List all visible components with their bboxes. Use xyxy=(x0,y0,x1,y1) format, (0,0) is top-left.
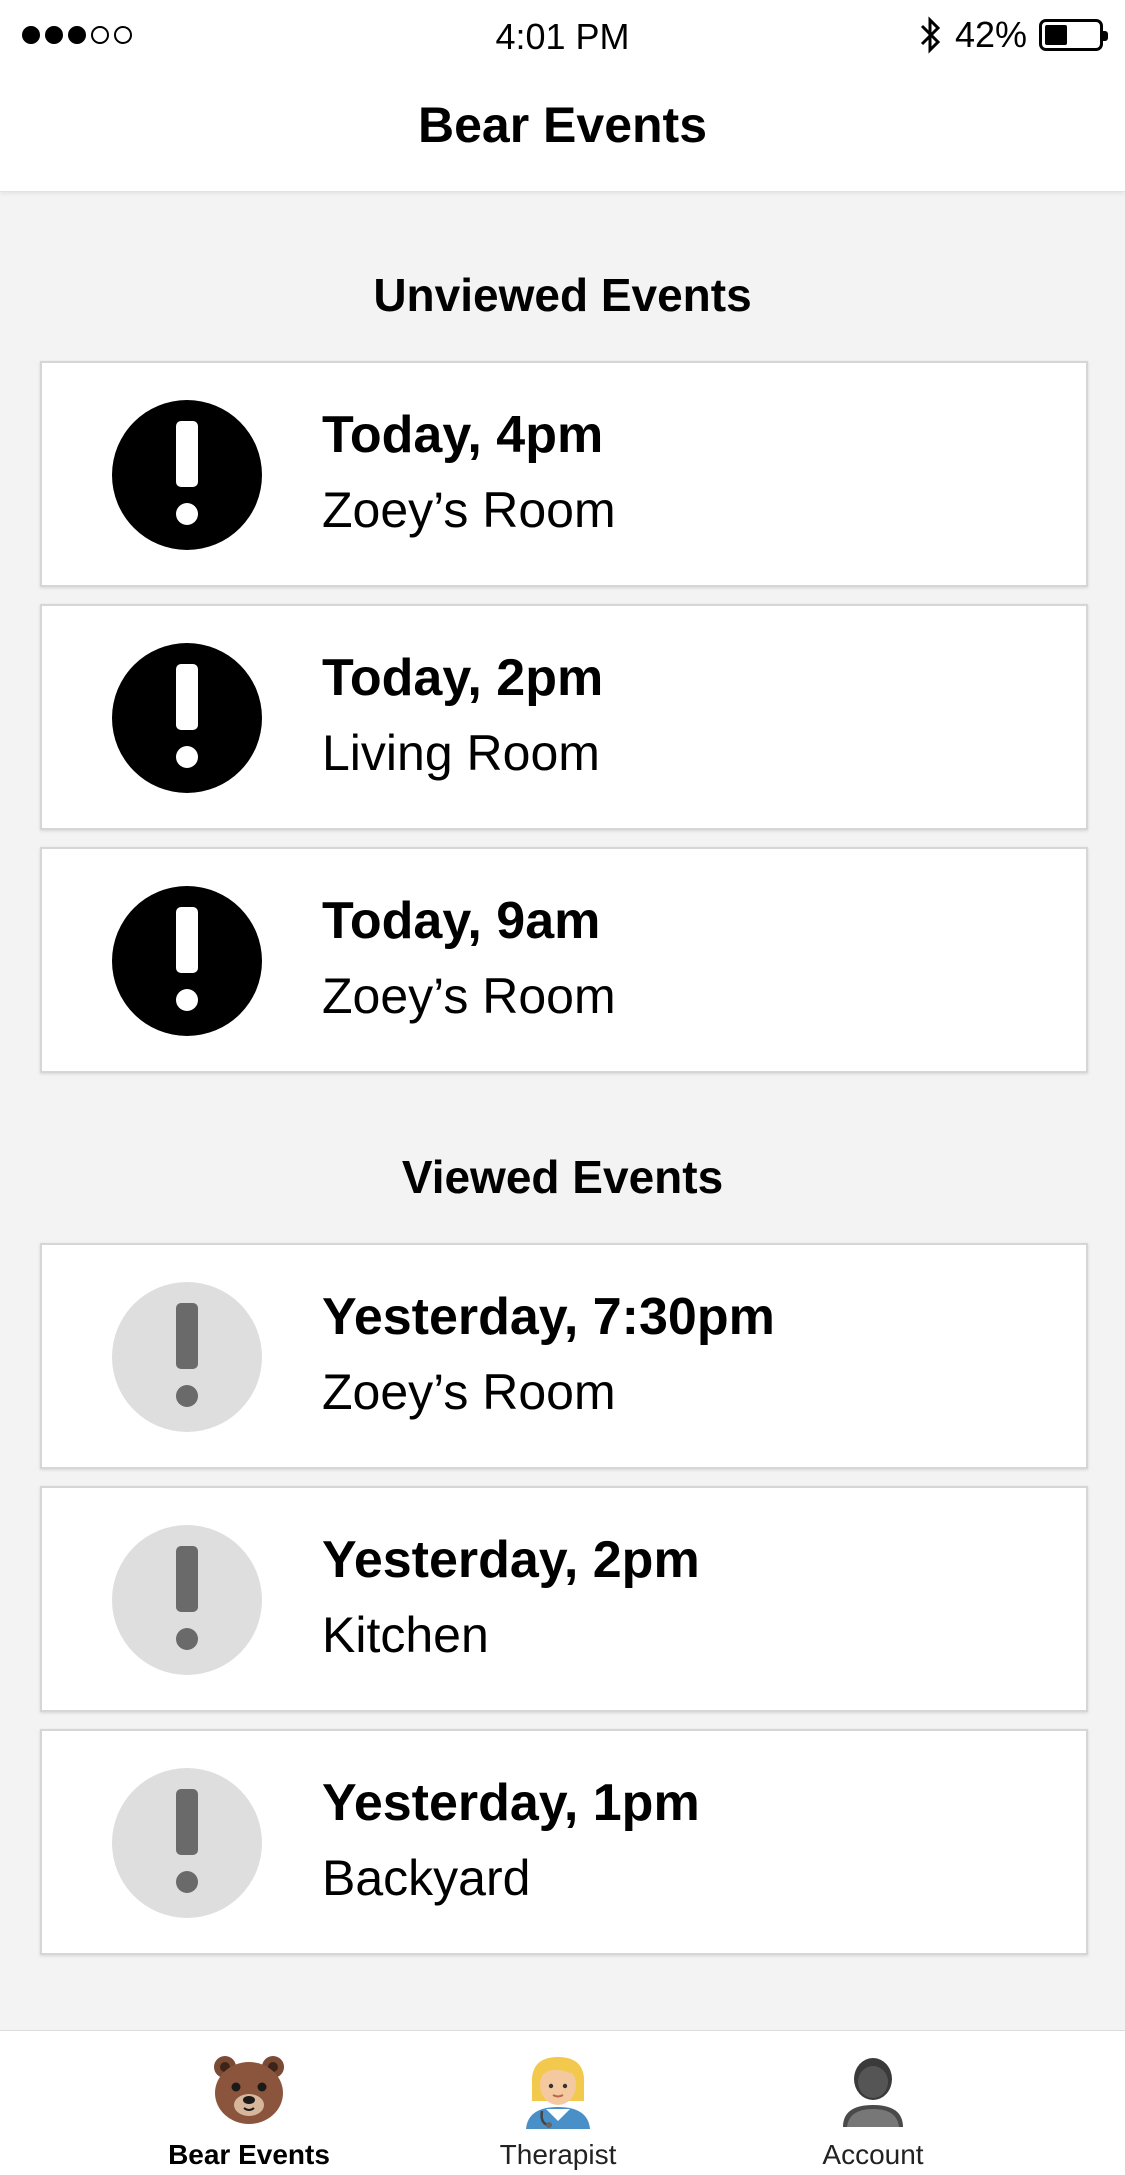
tab-bar: Bear Events Therapist Account xyxy=(0,2030,1125,2175)
alert-icon xyxy=(112,886,262,1036)
health-worker-icon xyxy=(526,2057,590,2129)
navigation-bar: Bear Events xyxy=(0,72,1125,192)
bluetooth-icon xyxy=(920,16,941,54)
tab-label: Therapist xyxy=(499,2139,617,2170)
event-card-viewed[interactable]: Yesterday, 2pm Kitchen xyxy=(40,1486,1088,1712)
event-location: Kitchen xyxy=(322,1607,489,1663)
battery-level xyxy=(1045,25,1067,45)
battery-icon xyxy=(1039,19,1108,51)
event-card-viewed[interactable]: Yesterday, 7:30pm Zoey’s Room xyxy=(40,1243,1088,1469)
status-bar: 4:01 PM 42% xyxy=(0,0,1125,72)
event-location: Zoey’s Room xyxy=(322,482,616,538)
tab-therapist[interactable]: Therapist xyxy=(428,2031,688,2175)
event-time: Today, 2pm xyxy=(322,649,604,707)
event-time: Yesterday, 7:30pm xyxy=(322,1288,775,1346)
tab-label: Account xyxy=(822,2139,924,2170)
event-location: Zoey’s Room xyxy=(322,968,616,1024)
event-time: Yesterday, 1pm xyxy=(322,1774,700,1832)
alert-icon xyxy=(112,400,262,550)
event-card-viewed[interactable]: Yesterday, 1pm Backyard xyxy=(40,1729,1088,1955)
battery-tip xyxy=(1103,31,1108,41)
battery-percent: 42% xyxy=(954,14,1027,55)
tab-account[interactable]: Account xyxy=(743,2031,1003,2175)
person-silhouette-icon xyxy=(843,2058,903,2127)
bear-face-icon xyxy=(214,2056,284,2124)
event-time: Today, 4pm xyxy=(322,406,604,464)
status-right: 42% xyxy=(919,14,1108,56)
page-title: Bear Events xyxy=(417,97,708,153)
event-location: Zoey’s Room xyxy=(322,1364,616,1420)
event-card-unviewed[interactable]: Today, 4pm Zoey’s Room xyxy=(40,361,1088,587)
alert-icon xyxy=(112,643,262,793)
alert-icon xyxy=(112,1768,262,1918)
tab-bear-events[interactable]: Bear Events xyxy=(119,2031,379,2175)
event-card-unviewed[interactable]: Today, 2pm Living Room xyxy=(40,604,1088,830)
event-location: Living Room xyxy=(322,725,600,781)
event-time: Yesterday, 2pm xyxy=(322,1531,700,1589)
event-location: Backyard xyxy=(322,1850,531,1906)
alert-icon xyxy=(112,1525,262,1675)
viewed-events-heading: Viewed Events xyxy=(401,1151,724,1203)
event-card-unviewed[interactable]: Today, 9am Zoey’s Room xyxy=(40,847,1088,1073)
tab-label: Bear Events xyxy=(168,2139,330,2170)
unviewed-events-heading: Unviewed Events xyxy=(373,269,752,321)
event-time: Today, 9am xyxy=(322,892,601,950)
alert-icon xyxy=(112,1282,262,1432)
